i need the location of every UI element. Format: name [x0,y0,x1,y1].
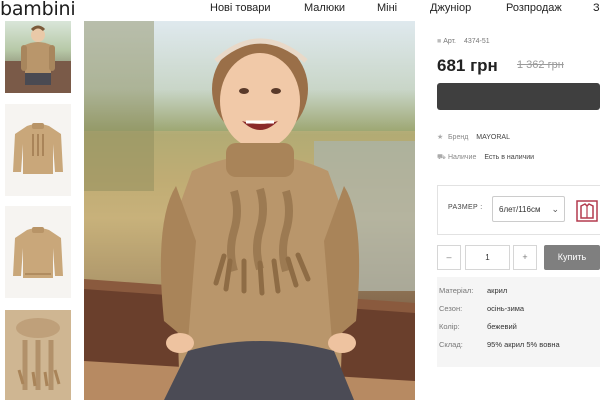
thumbnail-detail-image [5,310,71,400]
main-product-image [84,21,415,400]
plus-icon: + [522,252,528,262]
nav-sale[interactable]: Розпродаж [506,2,562,14]
brand-label: Бренд [447,134,469,141]
thumbnail-back[interactable] [5,206,71,298]
size-select[interactable]: 6лет/116см ⌄ [492,196,565,222]
availability-icon: ⛟ [437,154,446,161]
nav-more[interactable]: З [593,2,600,14]
article-label: Арт. [443,38,456,45]
size-value: 6лет/116см [499,205,541,214]
size-selector-box: РАЗМЕР : 6лет/116см ⌄ [437,185,600,235]
nav-junior[interactable]: Джуніор [430,2,471,14]
thumbnail-photo-image [5,25,71,93]
brand-row: ★ Бренд MAYORAL [437,133,510,141]
brand-value[interactable]: MAYORAL [476,134,510,141]
quantity-decrease-button[interactable]: – [437,245,461,270]
quantity-increase-button[interactable]: + [513,245,537,270]
tag-icon: ■ [437,38,442,45]
availability-value: Есть в наличии [484,154,535,161]
buy-button[interactable]: Купить [544,245,600,270]
attr-value-composition: 95% акрил 5% вовна [487,340,560,349]
minus-icon: – [446,252,452,262]
product-info-panel: ■ Арт. 4374-51 681 грн 1 362 грн ★ Бренд… [437,21,600,400]
availability-row: ⛟ Наличие Есть в наличии [437,153,534,162]
attr-key-season: Сезон: [439,304,463,313]
product-attributes: Матеріал: акрил Сезон: осінь-зима Колір:… [437,277,600,367]
nav-new-products[interactable]: Нові товари [210,2,271,14]
add-to-cart-bar[interactable] [437,83,600,110]
thumbnail-back-image [13,227,63,278]
attr-key-material: Матеріал: [439,286,474,295]
thumbnail-front-image [13,123,63,174]
chevron-down-icon: ⌄ [551,204,559,214]
size-chart-icon[interactable] [576,200,598,222]
nav-babies[interactable]: Малюки [304,2,345,14]
star-icon: ★ [437,134,444,141]
availability-label: Наличие [447,154,477,161]
attr-key-color: Колір: [439,322,460,331]
article-row: ■ Арт. 4374-51 [437,38,490,45]
attr-key-composition: Склад: [439,340,463,349]
old-price: 1 362 грн [517,59,564,71]
thumbnail-photo[interactable] [5,21,71,93]
size-label: РАЗМЕР : [448,204,483,211]
thumbnail-front[interactable] [5,104,71,196]
nav-mini[interactable]: Міні [377,2,397,14]
article-number: 4374-51 [463,38,490,45]
site-header: bambini Нові товари Малюки Міні Джуніор … [0,0,600,20]
site-logo[interactable]: bambini [0,0,76,20]
quantity-input[interactable]: 1 [465,245,510,270]
attr-value-material: акрил [487,286,508,295]
current-price: 681 грн [437,56,498,75]
thumbnail-detail[interactable] [5,310,71,400]
attr-value-color: бежевий [487,322,517,331]
attr-value-season: осінь-зима [487,304,525,313]
main-product-photo[interactable] [84,21,415,400]
